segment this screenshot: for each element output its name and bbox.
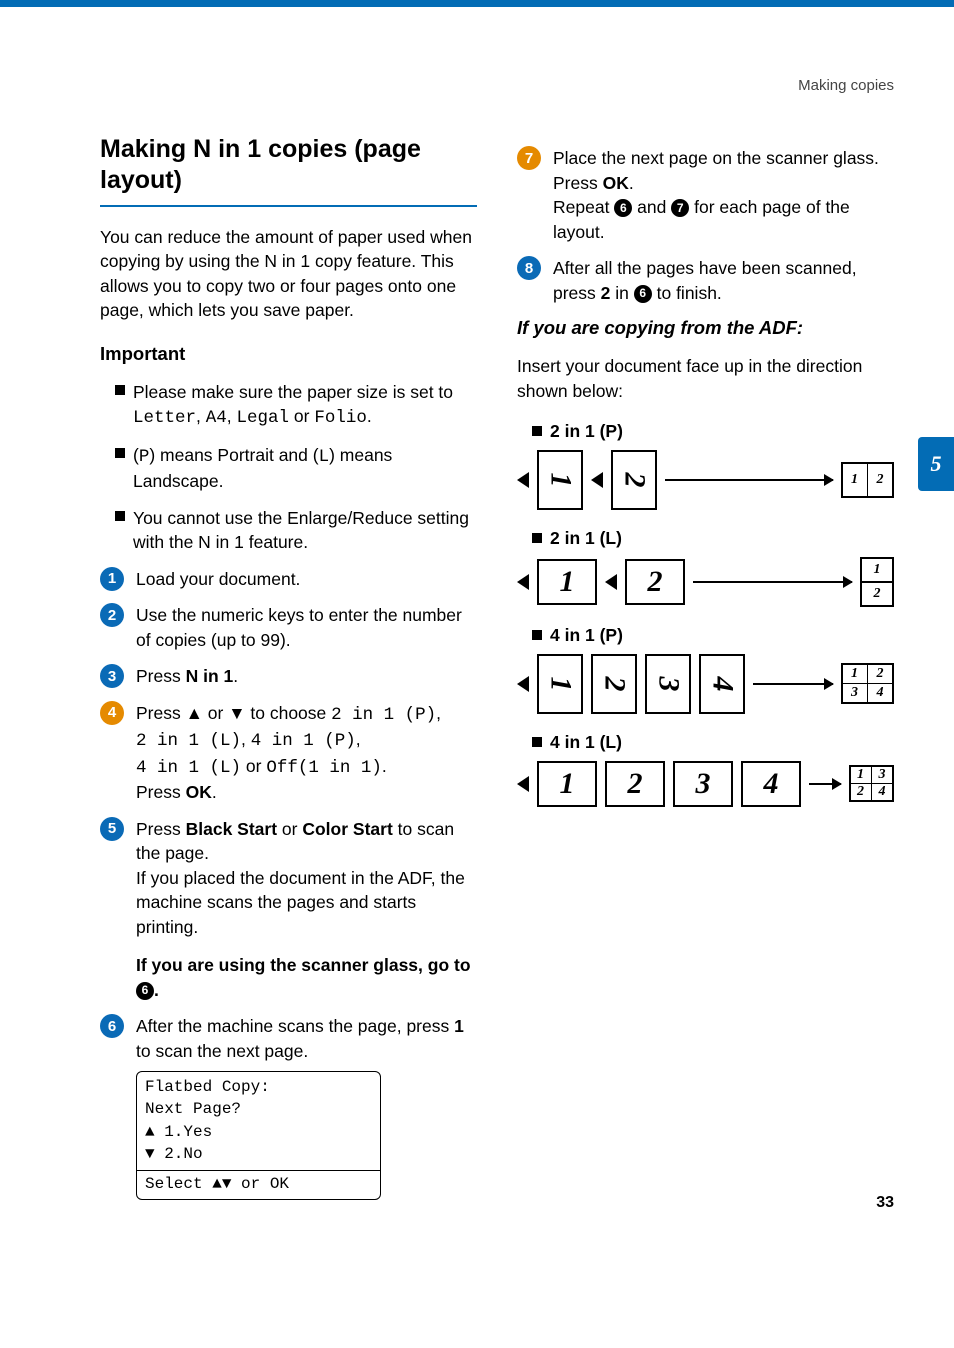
feed-direction-icon xyxy=(517,472,529,488)
diagram-4in1p: 1 2 3 4 1234 xyxy=(517,654,894,714)
left-column: Making N in 1 copies (page layout) You c… xyxy=(100,134,477,1212)
step-5: 5 Press Black Start or Color Start to sc… xyxy=(100,817,477,1003)
step-2-text: Use the numeric keys to enter the number… xyxy=(136,603,477,652)
chapter-tab: 5 xyxy=(918,437,954,491)
page-number: 33 xyxy=(876,1194,894,1212)
important-text-2: (P) means Portrait and (L) means Landsca… xyxy=(133,443,477,494)
breadcrumb: Making copies xyxy=(100,77,894,94)
step-badge-4: 4 xyxy=(100,701,124,725)
step-1-text: Load your document. xyxy=(136,567,477,592)
intro-paragraph: You can reduce the amount of paper used … xyxy=(100,225,477,323)
diagram-2in1p: 1 2 12 xyxy=(517,450,894,510)
square-bullet-icon xyxy=(532,630,542,640)
lcd-line-4: ▼ 2.No xyxy=(145,1143,372,1165)
lcd-line-1: Flatbed Copy: xyxy=(145,1076,372,1098)
step-badge-2: 2 xyxy=(100,603,124,627)
important-item-2: (P) means Portrait and (L) means Landsca… xyxy=(100,443,477,494)
layout-2in1l-label: 2 in 1 (L) xyxy=(532,528,894,549)
step-badge-1: 1 xyxy=(100,567,124,591)
right-column: 7 Place the next page on the scanner gla… xyxy=(517,134,894,1212)
step-6: 6 After the machine scans the page, pres… xyxy=(100,1014,477,1200)
two-column-layout: Making N in 1 copies (page layout) You c… xyxy=(100,134,894,1212)
adf-heading: If you are copying from the ADF: xyxy=(517,317,894,339)
ref-badge-7: 7 xyxy=(671,199,689,217)
step-8-text: After all the pages have been scanned, p… xyxy=(553,256,894,305)
result-2in1l: 12 xyxy=(860,557,894,607)
important-item-1: Please make sure the paper size is set t… xyxy=(100,380,477,431)
arrow-right-icon xyxy=(665,479,833,481)
lcd-line-2: Next Page? xyxy=(145,1098,372,1120)
step-5-text: Press Black Start or Color Start to scan… xyxy=(136,817,477,1003)
step-3-text: Press N in 1. xyxy=(136,664,477,689)
step-2: 2 Use the numeric keys to enter the numb… xyxy=(100,603,477,652)
step-badge-5: 5 xyxy=(100,817,124,841)
step-7: 7 Place the next page on the scanner gla… xyxy=(517,146,894,244)
step-4: 4 Press ▲ or ▼ to choose 2 in 1 (P), 2 i… xyxy=(100,701,477,805)
square-bullet-icon xyxy=(532,533,542,543)
page-1: 1 xyxy=(537,654,583,714)
result-4in1p: 1234 xyxy=(841,663,895,705)
page-2: 2 xyxy=(625,559,685,605)
page-3: 3 xyxy=(673,761,733,807)
step-badge-3: 3 xyxy=(100,664,124,688)
result-2in1p: 12 xyxy=(841,462,895,498)
ref-badge-6: 6 xyxy=(136,982,154,1000)
page-2: 2 xyxy=(591,654,637,714)
diagram-2in1l: 1 2 12 xyxy=(517,557,894,607)
page-4: 4 xyxy=(699,654,745,714)
step-3: 3 Press N in 1. xyxy=(100,664,477,689)
feed-direction-icon xyxy=(517,676,529,692)
page-2: 2 xyxy=(605,761,665,807)
arrow-right-icon xyxy=(753,683,833,685)
layout-4in1p-label: 4 in 1 (P) xyxy=(532,625,894,646)
square-bullet-icon xyxy=(115,511,125,521)
important-item-3: You cannot use the Enlarge/Reduce settin… xyxy=(100,506,477,555)
arrow-right-icon xyxy=(693,581,852,583)
step-4-text: Press ▲ or ▼ to choose 2 in 1 (P), 2 in … xyxy=(136,701,477,805)
feed-direction-icon xyxy=(591,472,603,488)
square-bullet-icon xyxy=(115,448,125,458)
feed-direction-icon xyxy=(517,574,529,590)
diagram-4in1l: 1 2 3 4 1324 xyxy=(517,761,894,807)
page-1: 1 xyxy=(537,761,597,807)
lcd-line-5: Select ▲▼ or OK xyxy=(137,1171,380,1199)
important-text-3: You cannot use the Enlarge/Reduce settin… xyxy=(133,506,477,555)
page-2: 2 xyxy=(611,450,657,510)
layout-2in1p-label: 2 in 1 (P) xyxy=(532,421,894,442)
step-7-text: Place the next page on the scanner glass… xyxy=(553,146,894,244)
result-4in1l: 1324 xyxy=(849,765,895,803)
important-heading: Important xyxy=(100,343,477,365)
layout-4in1l-label: 4 in 1 (L) xyxy=(532,732,894,753)
step-1: 1 Load your document. xyxy=(100,567,477,592)
step-8: 8 After all the pages have been scanned,… xyxy=(517,256,894,305)
lcd-display: Flatbed Copy: Next Page? ▲ 1.Yes ▼ 2.No … xyxy=(136,1071,381,1200)
page-4: 4 xyxy=(741,761,801,807)
page-1: 1 xyxy=(537,450,583,510)
step-badge-7: 7 xyxy=(517,146,541,170)
lcd-line-3: ▲ 1.Yes xyxy=(145,1121,372,1143)
ref-badge-6: 6 xyxy=(614,199,632,217)
step-6-text: After the machine scans the page, press … xyxy=(136,1014,477,1200)
page-3: 3 xyxy=(645,654,691,714)
step-badge-6: 6 xyxy=(100,1014,124,1038)
important-text-1: Please make sure the paper size is set t… xyxy=(133,380,477,431)
title-underline xyxy=(100,205,477,207)
square-bullet-icon xyxy=(115,385,125,395)
page-body: Making copies 5 Making N in 1 copies (pa… xyxy=(0,7,954,1242)
adf-intro: Insert your document face up in the dire… xyxy=(517,354,894,403)
square-bullet-icon xyxy=(532,426,542,436)
top-accent-bar xyxy=(0,0,954,7)
page-1: 1 xyxy=(537,559,597,605)
arrow-right-icon xyxy=(809,783,841,785)
page-title: Making N in 1 copies (page layout) xyxy=(100,134,477,197)
ref-badge-6: 6 xyxy=(634,285,652,303)
feed-direction-icon xyxy=(517,776,529,792)
square-bullet-icon xyxy=(532,737,542,747)
feed-direction-icon xyxy=(605,574,617,590)
step-badge-8: 8 xyxy=(517,256,541,280)
